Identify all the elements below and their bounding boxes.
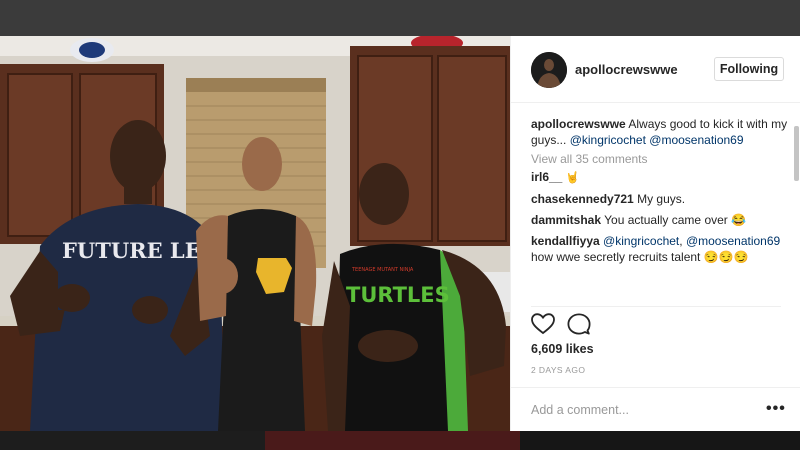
bottom-strip	[0, 431, 800, 450]
comment-item: chasekennedy721 My guys.	[531, 191, 789, 207]
comment-username[interactable]: kendallfiyya	[531, 234, 600, 248]
comment-username[interactable]: dammitshak	[531, 213, 601, 227]
divider	[531, 306, 781, 307]
comment-separator: ,	[679, 234, 683, 248]
comment-username[interactable]: irl6__	[531, 170, 562, 184]
comment-text: how wwe secretly recruits talent 😏😏😏	[531, 250, 749, 264]
avatar[interactable]	[531, 52, 567, 88]
photo-illustration: FUTURE LEGEND TEENAGE MUTANT NINJA TURTL…	[0, 36, 510, 431]
post-header: apollocrewswwe Following	[511, 36, 800, 103]
comment-mention-moosenation[interactable]: @moosenation69	[686, 234, 780, 248]
add-comment-input[interactable]	[531, 400, 751, 420]
scrollbar-thumb[interactable]	[794, 126, 799, 181]
strip-segment	[520, 431, 800, 450]
caption-mention-kingricochet[interactable]: @kingricochet	[570, 133, 646, 147]
strip-segment	[0, 431, 265, 450]
following-button[interactable]: Following	[714, 57, 784, 81]
comments-scrollbar[interactable]	[794, 104, 799, 304]
post-username[interactable]: apollocrewswwe	[575, 62, 678, 77]
post-date: 2 DAYS AGO	[531, 365, 586, 375]
comments-list: apollocrewswwe Always good to kick it wi…	[531, 116, 789, 306]
heart-icon[interactable]	[531, 313, 555, 340]
comment-mention-kingricochet[interactable]: @kingricochet	[603, 234, 679, 248]
caption-username[interactable]: apollocrewswwe	[531, 117, 626, 131]
comment-item: kendallfiyya @kingricochet, @moosenation…	[531, 233, 789, 265]
likes-count[interactable]: 6,609 likes	[531, 342, 594, 356]
shirt-text-right: TURTLES	[346, 283, 450, 307]
comment-item: dammitshak You actually came over 😂	[531, 212, 789, 228]
post-details-panel: apollocrewswwe Following apollocrewswwe …	[510, 36, 800, 431]
comment-text: 🤘	[565, 172, 580, 184]
more-options-icon[interactable]: •••	[766, 400, 786, 418]
comment-bubble-icon[interactable]	[567, 313, 591, 340]
comment-username[interactable]: chasekennedy721	[531, 192, 634, 206]
avatar-image	[531, 52, 567, 88]
add-comment-row: •••	[511, 387, 800, 431]
post-caption: apollocrewswwe Always good to kick it wi…	[531, 116, 789, 148]
view-all-comments-link[interactable]: View all 35 comments	[531, 151, 789, 167]
browser-top-bar	[0, 0, 800, 36]
comment-item: irl6__ 🤘	[531, 169, 789, 186]
shirt-small-text-right: TEENAGE MUTANT NINJA	[351, 267, 414, 273]
post-photo[interactable]: FUTURE LEGEND TEENAGE MUTANT NINJA TURTL…	[0, 36, 510, 431]
comment-text: You actually came over 😂	[604, 213, 747, 227]
strip-segment	[265, 431, 520, 450]
comment-text: My guys.	[637, 192, 686, 206]
caption-mention-moosenation[interactable]: @moosenation69	[649, 133, 743, 147]
